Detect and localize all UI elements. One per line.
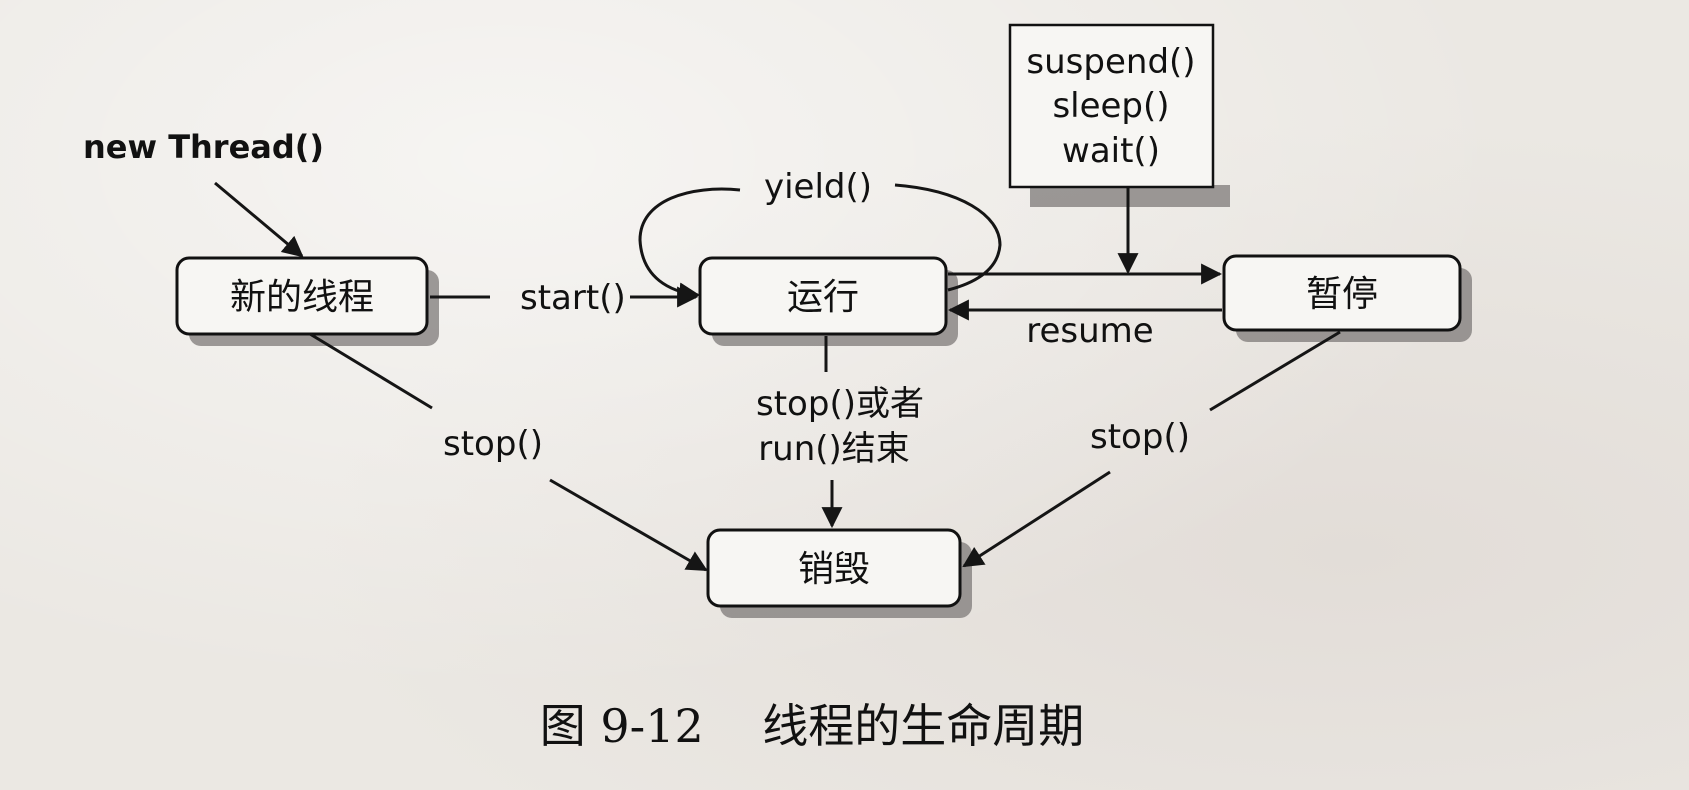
state-running-label: 运行 xyxy=(787,277,859,318)
pause-method-wait: wait() xyxy=(1062,131,1160,171)
pause-method-suspend: suspend() xyxy=(1026,42,1195,82)
stop-right-edge-arrow xyxy=(962,470,1111,568)
figure-caption: 图 9-12 线程的生命周期 xyxy=(540,699,1084,753)
thread-lifecycle-diagram: suspend() sleep() wait() 新的线程 运行 暂停 销毁 n… xyxy=(83,23,1472,753)
new-thread-arrow xyxy=(214,181,304,258)
stop-left-edge-arrow xyxy=(549,478,708,572)
pause-methods-shadow xyxy=(1030,185,1230,207)
stop-or-label-line1: stop()或者 xyxy=(756,384,924,424)
state-new-thread-label: 新的线程 xyxy=(230,277,374,318)
state-paused-label: 暂停 xyxy=(1306,274,1378,315)
start-label: start() xyxy=(520,278,626,318)
stop-right-edge-top xyxy=(1209,330,1341,412)
new-thread-call-label: new Thread() xyxy=(83,128,324,166)
stop-or-label-line2: run()结束 xyxy=(758,429,910,469)
stop-right-label: stop() xyxy=(1090,417,1190,457)
resume-label: resume xyxy=(1026,311,1153,351)
state-destroyed-label: 销毁 xyxy=(798,549,870,590)
pause-method-sleep: sleep() xyxy=(1052,86,1169,126)
yield-label: yield() xyxy=(764,167,872,207)
stop-left-label: stop() xyxy=(443,424,543,464)
